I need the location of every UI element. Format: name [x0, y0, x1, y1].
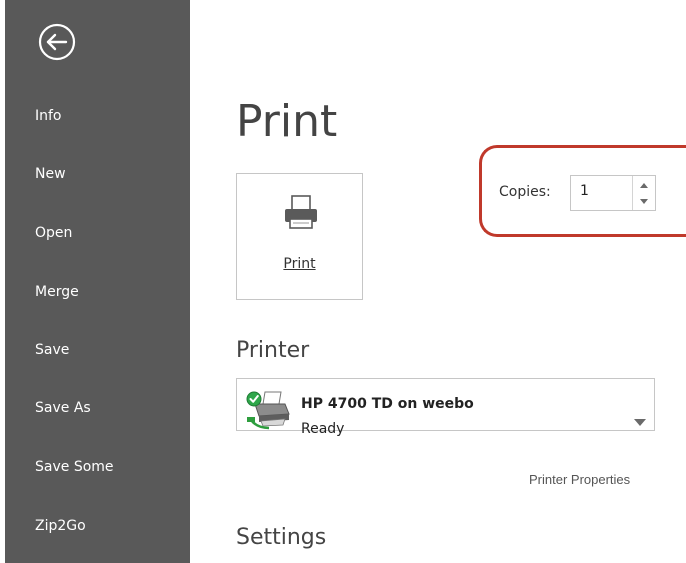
stepper-divider [632, 176, 633, 210]
chevron-down-icon[interactable] [634, 419, 646, 427]
copies-value[interactable]: 1 [580, 183, 589, 199]
sidebar-item-save-some[interactable]: Save Some [35, 458, 114, 476]
print-button-label: Print [283, 256, 316, 272]
sidebar-item-merge[interactable]: Merge [35, 283, 79, 301]
increment-arrow-icon[interactable] [637, 180, 651, 192]
page-title: Print [236, 96, 338, 147]
backstage-sidebar: Info New Open Merge Save Save As Save So… [5, 0, 190, 563]
print-backstage-view: Info New Open Merge Save Save As Save So… [0, 0, 686, 563]
decrement-arrow-icon[interactable] [637, 195, 651, 207]
sidebar-item-save-as[interactable]: Save As [35, 399, 91, 417]
back-button[interactable] [37, 22, 77, 62]
sidebar-item-new[interactable]: New [35, 165, 66, 183]
sidebar-item-info[interactable]: Info [35, 107, 62, 125]
printer-status: Ready [301, 421, 345, 437]
copies-label: Copies: [499, 184, 551, 200]
network-printer-icon [246, 391, 290, 430]
printer-icon [285, 195, 317, 229]
settings-section-heading: Settings [236, 525, 327, 550]
printer-name: HP 4700 TD on weebo [301, 396, 474, 412]
sidebar-item-save[interactable]: Save [35, 341, 69, 359]
printer-section-heading: Printer [236, 338, 310, 363]
printer-properties-link[interactable]: Printer Properties [529, 472, 630, 487]
sidebar-item-zip2go[interactable]: Zip2Go [35, 517, 86, 535]
sidebar-item-open[interactable]: Open [35, 224, 72, 242]
copies-stepper[interactable]: 1 [570, 175, 656, 211]
ready-check-icon [246, 391, 262, 407]
printer-select[interactable]: HP 4700 TD on weebo Ready [236, 378, 655, 437]
back-arrow-icon [38, 23, 76, 61]
print-button[interactable]: Print [236, 173, 363, 300]
